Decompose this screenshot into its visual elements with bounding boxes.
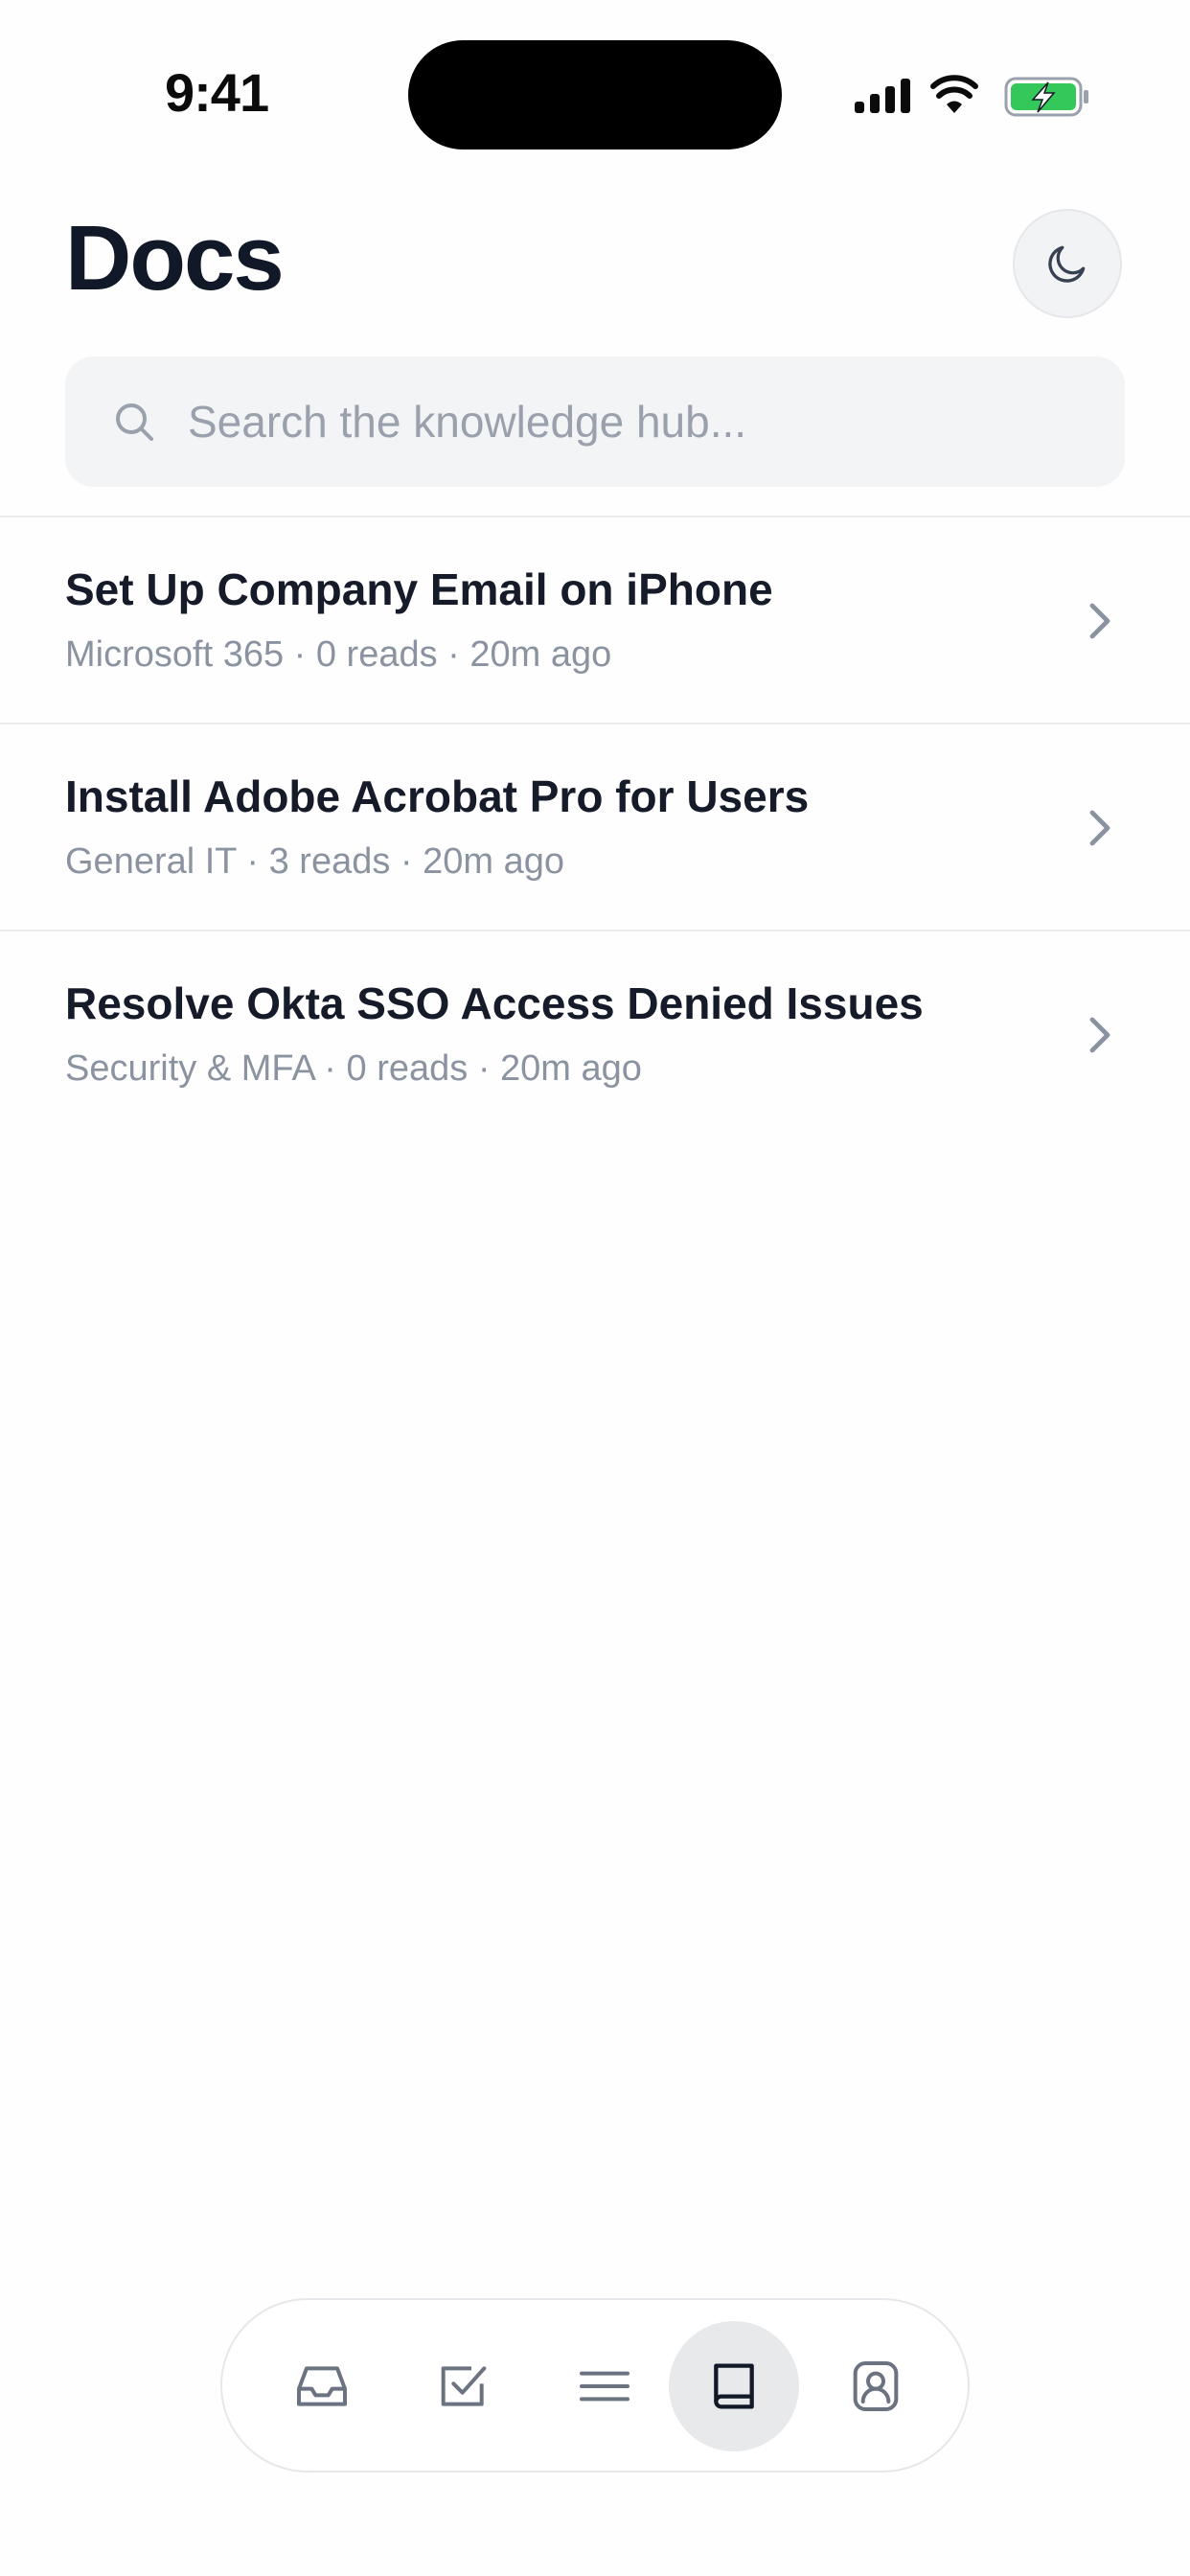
chevron-right-icon	[1089, 810, 1110, 846]
dynamic-island	[408, 40, 782, 150]
cellular-signal-icon	[855, 79, 910, 113]
doc-meta: Microsoft 365 · 0 reads · 20m ago	[65, 634, 612, 675]
page-title: Docs	[65, 207, 285, 310]
nav-menu-tab[interactable]	[539, 2321, 670, 2451]
doc-list-item[interactable]: Resolve Okta SSO Access Denied Issues Se…	[0, 932, 1190, 1138]
menu-icon	[580, 2371, 629, 2402]
battery-charging-icon	[1004, 77, 1088, 117]
chevron-right-icon	[1089, 603, 1110, 639]
doc-meta: Security & MFA · 0 reads · 20m ago	[65, 1048, 642, 1089]
wifi-icon	[930, 75, 978, 113]
inbox-icon	[297, 2366, 347, 2406]
moon-icon	[1048, 245, 1086, 283]
status-bar: 9:41	[0, 0, 1190, 192]
status-time: 9:41	[165, 62, 269, 123]
search-input[interactable]	[188, 356, 1088, 487]
chevron-right-icon	[1089, 1017, 1110, 1053]
status-icons	[855, 75, 1088, 117]
doc-title: Set Up Company Email on iPhone	[65, 564, 773, 614]
theme-toggle-button[interactable]	[1013, 209, 1122, 318]
book-icon	[714, 2363, 754, 2409]
doc-title: Install Adobe Acrobat Pro for Users	[65, 771, 810, 821]
doc-list-item[interactable]: Set Up Company Email on iPhone Microsoft…	[0, 518, 1190, 724]
nav-tasks-tab[interactable]	[399, 2321, 529, 2451]
nav-inbox-tab[interactable]	[257, 2321, 387, 2451]
bottom-nav-bar	[220, 2298, 970, 2472]
checkbox-icon	[441, 2366, 487, 2406]
docs-screen: 9:41 Docs Search the knowledge hub... Se…	[0, 0, 1190, 2576]
nav-profile-tab[interactable]	[811, 2321, 941, 2451]
doc-list-item[interactable]: Install Adobe Acrobat Pro for Users Gene…	[0, 724, 1190, 932]
search-bar[interactable]	[65, 356, 1125, 487]
doc-title: Resolve Okta SSO Access Denied Issues	[65, 978, 924, 1028]
search-icon	[116, 403, 153, 441]
doc-list: Set Up Company Email on iPhone Microsoft…	[0, 518, 1190, 1138]
contact-icon	[853, 2361, 899, 2411]
nav-docs-tab[interactable]	[669, 2321, 799, 2451]
doc-meta: General IT · 3 reads · 20m ago	[65, 841, 564, 882]
